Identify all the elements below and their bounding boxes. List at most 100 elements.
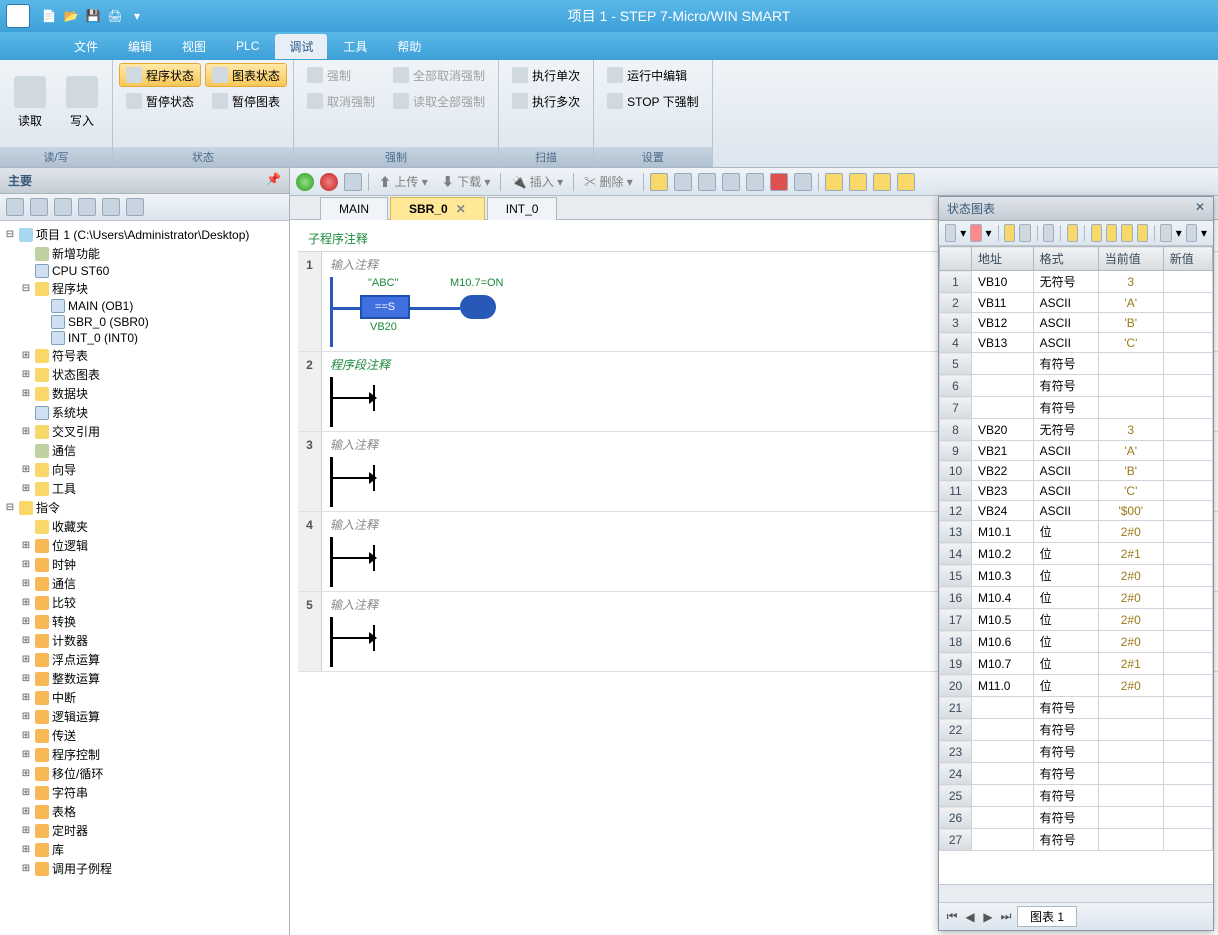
tree-node[interactable]: ⊞比较 [2,593,287,612]
status-row[interactable]: 2VB11ASCII'A' [940,293,1213,313]
newvalue-cell[interactable] [1163,481,1212,501]
newvalue-cell[interactable] [1163,829,1212,851]
status-row[interactable]: 15M10.3位2#0 [940,565,1213,587]
tree-toggle-icon[interactable]: ⊞ [20,483,32,494]
address-cell[interactable]: VB13 [972,333,1034,353]
format-cell[interactable]: ASCII [1033,461,1098,481]
newvalue-cell[interactable] [1163,271,1212,293]
tree-node[interactable]: ⊞传送 [2,726,287,745]
et-icon[interactable] [674,173,692,191]
value-cell[interactable] [1098,697,1163,719]
tb-icon[interactable] [126,198,144,216]
value-cell[interactable] [1098,741,1163,763]
newvalue-cell[interactable] [1163,719,1212,741]
tree-node[interactable]: ⊟项目 1 (C:\Users\Administrator\Desktop) [2,225,287,244]
address-cell[interactable]: M10.4 [972,587,1034,609]
ribbon-button[interactable]: 执行多次 [505,89,587,113]
tb-icon[interactable] [78,198,96,216]
address-cell[interactable]: VB22 [972,461,1034,481]
et-icon[interactable] [722,173,740,191]
status-row[interactable]: 8VB20无符号3 [940,419,1213,441]
status-row[interactable]: 3VB12ASCII'B' [940,313,1213,333]
menu-编辑[interactable]: 编辑 [114,34,166,59]
status-row[interactable]: 19M10.7位2#1 [940,653,1213,675]
et-icon[interactable] [873,173,891,191]
et-icon[interactable] [794,173,812,191]
st-play-icon[interactable] [1004,224,1015,242]
address-cell[interactable]: VB11 [972,293,1034,313]
tree-node[interactable]: ⊞中断 [2,688,287,707]
et-icon[interactable] [344,173,362,191]
column-header[interactable]: 格式 [1033,247,1098,271]
address-cell[interactable] [972,353,1034,375]
format-cell[interactable]: 位 [1033,543,1098,565]
newvalue-cell[interactable] [1163,565,1212,587]
nav-last-icon[interactable]: ⏭ [999,910,1013,924]
column-header[interactable]: 当前值 [1098,247,1163,271]
newvalue-cell[interactable] [1163,419,1212,441]
app-icon[interactable] [6,4,30,28]
tree-node[interactable]: 收藏夹 [2,517,287,536]
qat-open-icon[interactable]: 📂 [62,7,80,25]
value-cell[interactable]: 'A' [1098,441,1163,461]
tree-toggle-icon[interactable]: ⊞ [20,597,32,608]
format-cell[interactable]: 位 [1033,609,1098,631]
qat-new-icon[interactable]: 📄 [40,7,58,25]
newvalue-cell[interactable] [1163,763,1212,785]
address-cell[interactable]: M10.1 [972,521,1034,543]
tree-node[interactable]: ⊞定时器 [2,821,287,840]
st-icon[interactable] [1186,224,1197,242]
value-cell[interactable]: 'B' [1098,313,1163,333]
tree-node[interactable]: ⊞通信 [2,574,287,593]
format-cell[interactable]: ASCII [1033,333,1098,353]
delete-btn[interactable]: ✂ 删除 ▾ [580,173,637,190]
compare-instruction[interactable]: ==S [360,295,410,319]
tree-node[interactable]: ⊞位逻辑 [2,536,287,555]
newvalue-cell[interactable] [1163,653,1212,675]
tree-node[interactable]: ⊟程序块 [2,279,287,298]
ribbon-button[interactable]: STOP 下强制 [600,89,706,113]
menu-视图[interactable]: 视图 [168,34,220,59]
download-btn[interactable]: ⬇ 下载 ▾ [438,173,495,190]
output-coil[interactable] [460,295,496,319]
address-cell[interactable] [972,719,1034,741]
newvalue-cell[interactable] [1163,313,1212,333]
format-cell[interactable]: 有符号 [1033,375,1098,397]
address-cell[interactable]: VB24 [972,501,1034,521]
newvalue-cell[interactable] [1163,397,1212,419]
tree-toggle-icon[interactable]: ⊟ [20,283,32,294]
address-cell[interactable] [972,829,1034,851]
status-row[interactable]: 23有符号 [940,741,1213,763]
format-cell[interactable]: 位 [1033,653,1098,675]
et-icon[interactable] [825,173,843,191]
value-cell[interactable]: 'B' [1098,461,1163,481]
st-pause-icon[interactable] [1019,224,1030,242]
nav-first-icon[interactable]: ⏮ [945,910,959,924]
horizontal-scrollbar[interactable] [939,884,1213,902]
tree-toggle-icon[interactable]: ⊞ [20,540,32,551]
column-header[interactable]: 地址 [972,247,1034,271]
panel-pin-icon[interactable]: 📌 [266,172,281,189]
value-cell[interactable] [1098,829,1163,851]
format-cell[interactable]: 有符号 [1033,741,1098,763]
qat-print-icon[interactable]: 🖨 [106,7,124,25]
tree-node[interactable]: ⊞表格 [2,802,287,821]
et-icon[interactable] [746,173,764,191]
value-cell[interactable]: 'A' [1098,293,1163,313]
tree-node[interactable]: ⊞状态图表 [2,365,287,384]
status-row[interactable]: 14M10.2位2#1 [940,543,1213,565]
tree-toggle-icon[interactable]: ⊞ [20,673,32,684]
address-cell[interactable]: M10.5 [972,609,1034,631]
tree-node[interactable]: ⊞计数器 [2,631,287,650]
et-icon[interactable] [897,173,915,191]
tree-toggle-icon[interactable]: ⊞ [20,464,32,475]
value-cell[interactable]: 'C' [1098,481,1163,501]
address-cell[interactable]: M10.7 [972,653,1034,675]
status-row[interactable]: 4VB13ASCII'C' [940,333,1213,353]
format-cell[interactable]: 有符号 [1033,763,1098,785]
ribbon-button[interactable]: 运行中编辑 [600,63,706,87]
editor-tab[interactable]: SBR_0✕ [390,197,485,220]
format-cell[interactable]: 有符号 [1033,829,1098,851]
address-cell[interactable] [972,397,1034,419]
et-icon[interactable] [770,173,788,191]
